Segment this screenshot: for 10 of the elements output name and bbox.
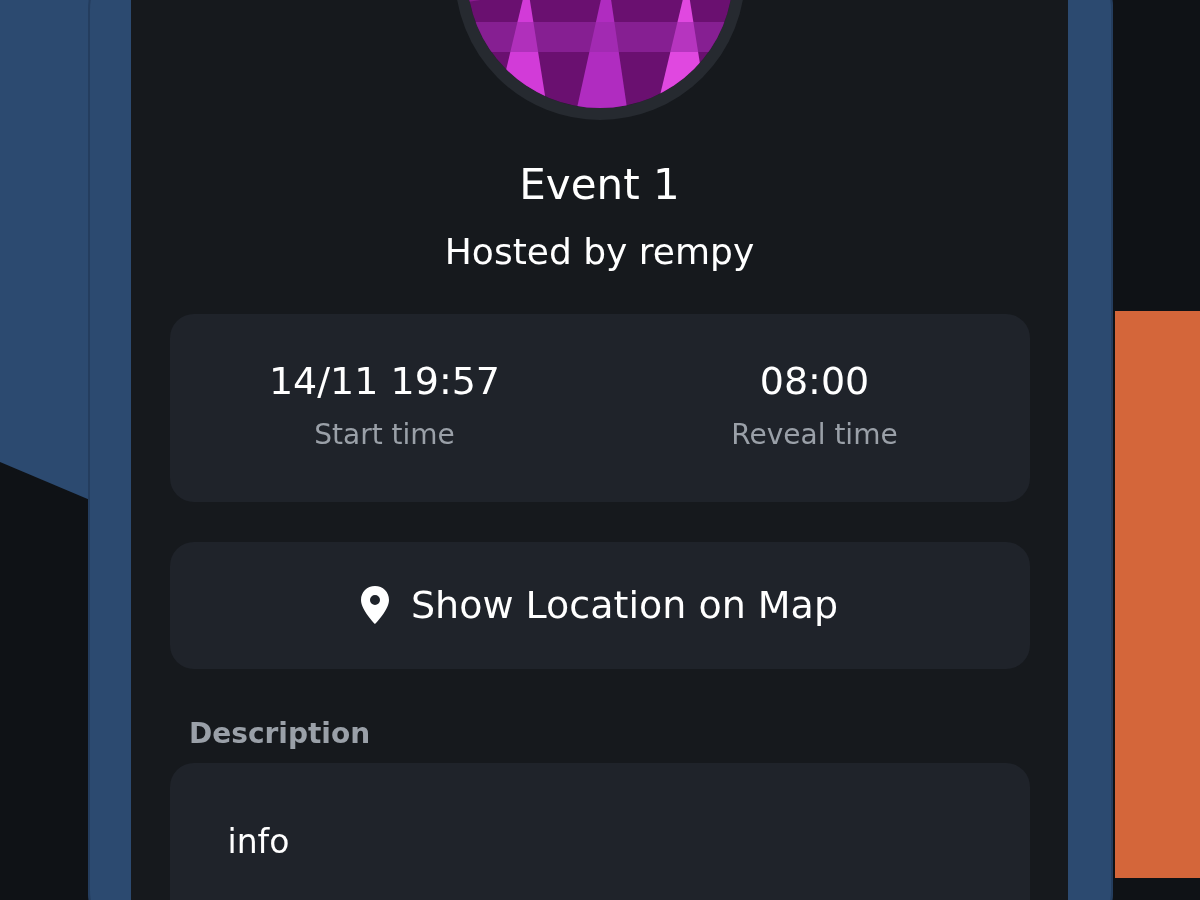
location-pin-icon: [361, 586, 389, 625]
show-location-button[interactable]: Show Location on Map: [169, 541, 1030, 669]
description-text: info: [227, 821, 290, 861]
event-title: Event 1: [519, 160, 680, 211]
time-value: 08:00: [759, 358, 870, 405]
description-label: Description: [189, 715, 371, 752]
host-text: Hosted by rempy: [444, 230, 755, 274]
time-value: 14/11 19:57: [268, 358, 501, 405]
time-label: Reveal time: [731, 417, 898, 454]
time-label: Start time: [314, 417, 455, 454]
